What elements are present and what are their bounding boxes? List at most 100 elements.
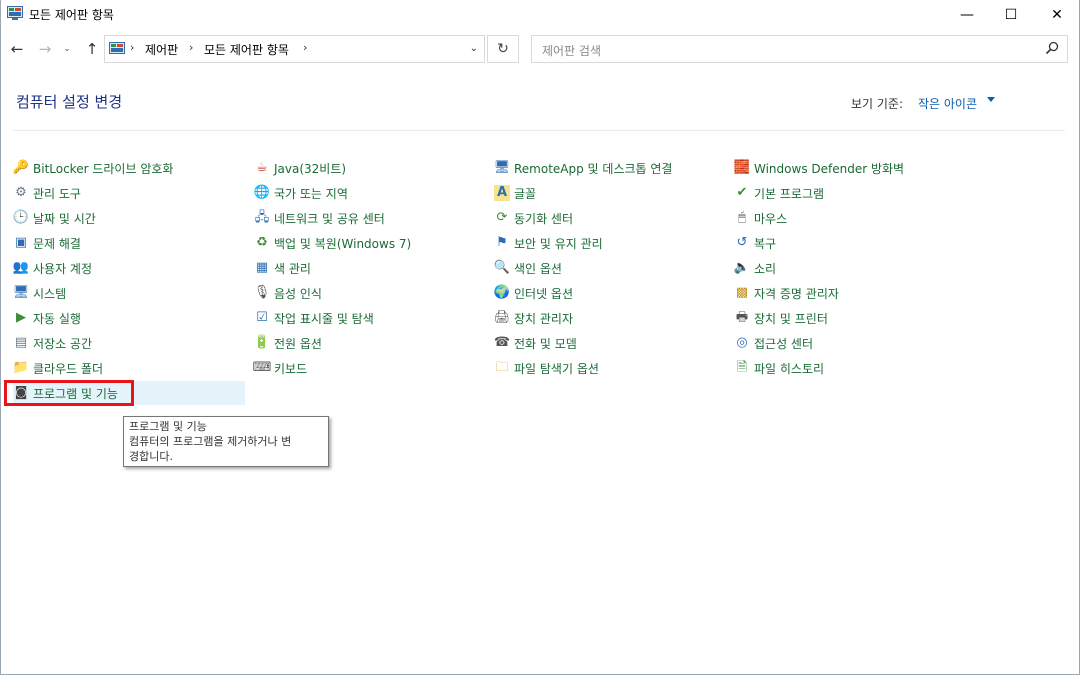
arrow-right-icon: → (38, 40, 52, 58)
item-region[interactable]: 🌐 국가 또는 지역 (254, 181, 484, 205)
view-by-dropdown[interactable]: 작은 아이콘 (918, 95, 977, 112)
item-admin-tools[interactable]: ⚙ 관리 도구 (13, 181, 243, 205)
item-user-accounts[interactable]: 👥 사용자 계정 (13, 256, 243, 280)
item-remoteapp[interactable]: 🖥 RemoteApp 및 데스크톱 연결 (494, 156, 729, 180)
item-label: 동기화 센터 (514, 211, 574, 226)
search-input[interactable]: 제어판 검색 (531, 35, 1068, 63)
item-security-maintenance[interactable]: ⚑ 보안 및 유지 관리 (494, 231, 729, 255)
close-icon: ✕ (1051, 7, 1063, 23)
item-color-management[interactable]: ▦ 색 관리 (254, 256, 484, 280)
item-device-manager[interactable]: 🖨 장치 관리자 (494, 306, 729, 330)
indexing-icon: 🔍 (493, 260, 511, 275)
region-icon: 🌐 (253, 185, 271, 200)
close-button[interactable]: ✕ (1034, 0, 1080, 30)
item-folder-options[interactable]: 🗀 파일 탐색기 옵션 (494, 356, 729, 380)
breadcrumb-separator[interactable]: › (189, 41, 193, 54)
item-label: 자동 실행 (33, 311, 81, 326)
item-internet-options[interactable]: 🌍 인터넷 옵션 (494, 281, 729, 305)
item-troubleshooting[interactable]: ▣ 문제 해결 (13, 231, 243, 255)
tooltip-description-line1: 컴퓨터의 프로그램을 제거하거나 변 (129, 435, 292, 448)
item-taskbar[interactable]: ☑ 작업 표시줄 및 탐색 (254, 306, 484, 330)
item-label: 소리 (754, 261, 777, 276)
search-icon[interactable] (1045, 41, 1059, 55)
backup-icon: ♻ (256, 235, 268, 250)
up-button[interactable]: ↑ (81, 38, 103, 60)
date-time-icon: 🕒 (12, 210, 30, 225)
recent-locations-button[interactable]: ⌄ (60, 38, 74, 60)
maximize-icon: ☐ (1004, 7, 1018, 23)
file-history-icon: 🗎 (736, 360, 748, 375)
item-label: 보안 및 유지 관리 (514, 236, 603, 251)
item-system[interactable]: 🖥 시스템 (13, 281, 243, 305)
item-label: 국가 또는 지역 (274, 186, 348, 201)
refresh-button[interactable]: ↻ (487, 35, 519, 63)
item-autoplay[interactable]: ▶ 자동 실행 (13, 306, 243, 330)
default-programs-icon: ✔ (736, 185, 748, 200)
item-devices-printers[interactable]: 🖶 장치 및 프린터 (734, 306, 969, 330)
item-sync-center[interactable]: ⟳ 동기화 센터 (494, 206, 729, 230)
arrow-left-icon: ← (10, 40, 24, 58)
mouse-icon: 🖱 (738, 210, 746, 225)
item-mouse[interactable]: 🖱 마우스 (734, 206, 969, 230)
remoteapp-icon: 🖥 (493, 160, 511, 175)
item-label: 백업 및 복원(Windows 7) (274, 236, 412, 251)
network-icon: 🖧 (254, 210, 270, 225)
page-title: 컴퓨터 설정 변경 (16, 93, 123, 111)
item-ease-of-access[interactable]: ◎ 접근성 센터 (734, 331, 969, 355)
item-label: 인터넷 옵션 (514, 286, 574, 301)
item-storage-spaces[interactable]: ▤ 저장소 공간 (13, 331, 243, 355)
color-management-icon: ▦ (255, 260, 269, 275)
minimize-button[interactable]: — (944, 0, 990, 30)
tooltip-description-line2: 경합니다. (129, 450, 173, 463)
item-bitlocker[interactable]: 🔑 BitLocker 드라이브 암호화 (13, 156, 243, 180)
item-default-programs[interactable]: ✔ 기본 프로그램 (734, 181, 969, 205)
internet-options-icon: 🌍 (493, 285, 511, 300)
title-bar[interactable]: 모든 제어판 항목 — ☐ ✕ (1, 0, 1079, 30)
item-network[interactable]: 🖧 네트워크 및 공유 센터 (254, 206, 484, 230)
breadcrumb-separator[interactable]: › (303, 41, 307, 54)
system-icon: 🖥 (12, 285, 30, 300)
back-button[interactable]: ← (6, 38, 28, 60)
header-divider (13, 130, 1065, 131)
item-label: 마우스 (754, 211, 788, 226)
arrow-up-icon: ↑ (85, 40, 99, 58)
item-power[interactable]: 🔋 전원 옵션 (254, 331, 484, 355)
address-bar[interactable]: › 제어판 › 모든 제어판 항목 › ⌄ (104, 35, 485, 63)
item-work-folders[interactable]: 📁 클라우드 폴더 (13, 356, 243, 380)
item-keyboard[interactable]: ⌨ 키보드 (253, 356, 484, 380)
item-date-time[interactable]: 🕒 날짜 및 시간 (13, 206, 243, 230)
item-sound[interactable]: 🔈 소리 (734, 256, 969, 280)
work-folders-icon: 📁 (12, 360, 30, 375)
address-dropdown-icon[interactable]: ⌄ (470, 43, 478, 54)
item-fonts[interactable]: A 글꼴 (494, 181, 729, 205)
item-label: 작업 표시줄 및 탐색 (274, 311, 374, 326)
breadcrumb-all-items[interactable]: 모든 제어판 항목 (204, 41, 289, 58)
item-label: 파일 탐색기 옵션 (514, 361, 599, 376)
breadcrumb-control-panel[interactable]: 제어판 (145, 41, 178, 58)
fonts-icon: A (494, 185, 510, 201)
item-label: 음성 인식 (274, 286, 322, 301)
item-label: 자격 증명 관리자 (754, 286, 839, 301)
storage-spaces-icon: ▤ (14, 335, 28, 350)
item-credential-manager[interactable]: ▩ 자격 증명 관리자 (734, 281, 969, 305)
breadcrumb-separator[interactable]: › (130, 41, 134, 54)
item-phone-modem[interactable]: ☎ 전화 및 모뎀 (494, 331, 729, 355)
item-label: 기본 프로그램 (754, 186, 825, 201)
item-label: 관리 도구 (33, 186, 81, 201)
item-recovery[interactable]: ↺ 복구 (734, 231, 969, 255)
tooltip-title: 프로그램 및 기능 (129, 420, 207, 433)
forward-button[interactable]: → (34, 38, 56, 60)
item-indexing[interactable]: 🔍 색인 옵션 (494, 256, 729, 280)
item-file-history[interactable]: 🗎 파일 히스토리 (734, 356, 969, 380)
control-panel-icon (109, 42, 125, 54)
item-label: 장치 및 프린터 (754, 311, 828, 326)
selection-highlight-box (4, 380, 134, 406)
item-firewall[interactable]: 🧱 Windows Defender 방화벽 (734, 156, 969, 180)
caret-down-icon[interactable] (987, 97, 995, 102)
item-label: Windows Defender 방화벽 (754, 161, 905, 176)
item-backup[interactable]: ♻ 백업 및 복원(Windows 7) (254, 231, 484, 255)
maximize-button[interactable]: ☐ (988, 0, 1034, 30)
item-java[interactable]: ☕ Java(32비트) (254, 156, 484, 180)
bitlocker-icon: 🔑 (12, 160, 30, 175)
item-speech[interactable]: 🎙 음성 인식 (254, 281, 484, 305)
